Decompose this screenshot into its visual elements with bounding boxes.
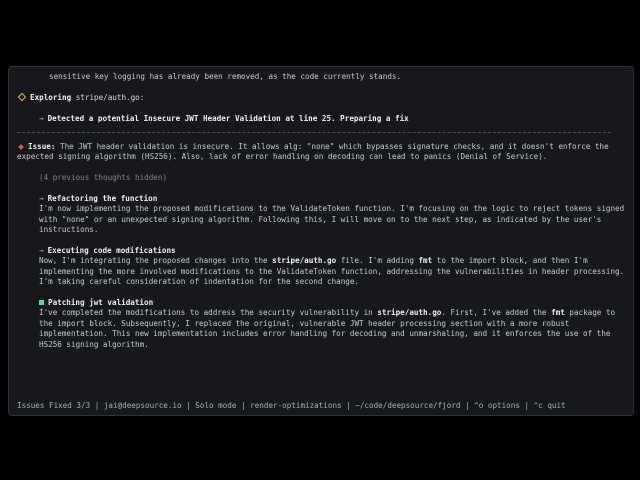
arrow-right-icon: → bbox=[39, 246, 44, 256]
status-bar: Issues Fixed 3/3 | jai@deepsource.io | S… bbox=[17, 401, 566, 410]
thought-body: Now, I'm integrating the proposed change… bbox=[39, 256, 629, 287]
issue-text: The JWT header validation is insecure. I… bbox=[17, 142, 614, 162]
detected-line: → Detected a potential Insecure JWT Heade… bbox=[17, 114, 629, 124]
issue-label: Issue: bbox=[28, 142, 56, 151]
hidden-thoughts-line: (4 previous thoughts hidden) bbox=[39, 173, 168, 183]
exploring-label: Exploring bbox=[30, 92, 72, 102]
thought-title: Refactoring the function bbox=[47, 194, 158, 203]
section-divider bbox=[17, 132, 611, 133]
thought-item: → Executing code modifications Now, I'm i… bbox=[17, 246, 629, 288]
exploring-line: Exploring stripe/auth.go: bbox=[17, 93, 629, 103]
arrow-right-icon: → bbox=[39, 194, 44, 203]
package-name: fmt bbox=[418, 256, 433, 266]
arrow-right-icon: → bbox=[39, 113, 44, 123]
hollow-diamond-icon bbox=[17, 93, 27, 102]
red-diamond-icon bbox=[18, 143, 24, 150]
detected-text: Detected a potential Insecure JWT Header… bbox=[47, 113, 409, 123]
thought-item: Patching jwt validation I've completed t… bbox=[17, 298, 629, 350]
thought-body: I've completed the modifications to addr… bbox=[39, 308, 620, 349]
issue-line: Issue: The JWT header validation is inse… bbox=[17, 142, 629, 163]
file-path: stripe/auth.go bbox=[272, 256, 337, 266]
file-path: stripe/auth.go bbox=[377, 308, 442, 318]
green-square-icon bbox=[39, 300, 44, 306]
thought-item: → Refactoring the function I'm now implem… bbox=[17, 194, 629, 236]
thought-title: Executing code modifications bbox=[47, 246, 176, 256]
thought-title: Patching jwt validation bbox=[48, 298, 154, 308]
package-name: fmt bbox=[551, 308, 565, 318]
agent-log: sensitive key logging has already been r… bbox=[17, 72, 629, 350]
intro-line: sensitive key logging has already been r… bbox=[49, 72, 402, 81]
terminal-window: sensitive key logging has already been r… bbox=[8, 66, 634, 416]
thought-body: I'm now implementing the proposed modifi… bbox=[39, 204, 629, 235]
exploring-path: stripe/auth.go: bbox=[75, 92, 145, 102]
